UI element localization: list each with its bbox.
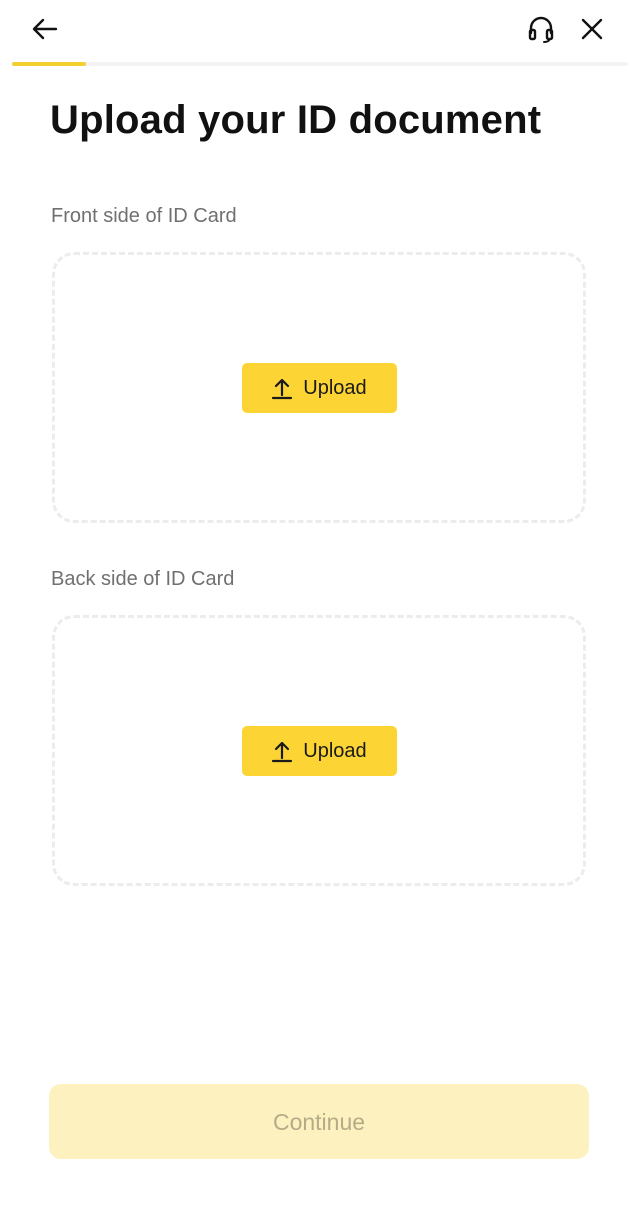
front-side-label: Front side of ID Card <box>51 205 237 227</box>
headset-icon <box>527 15 555 43</box>
back-upload-label: Upload <box>303 739 367 762</box>
continue-button[interactable]: Continue <box>49 1084 589 1159</box>
progress-bar <box>12 62 628 66</box>
back-side-label: Back side of ID Card <box>51 568 235 590</box>
top-bar <box>0 0 640 62</box>
back-side-dropzone[interactable]: Upload <box>52 615 586 886</box>
upload-id-page: Upload your ID document Front side of ID… <box>0 0 640 1212</box>
support-button[interactable] <box>519 7 563 51</box>
page-title: Upload your ID document <box>50 98 542 142</box>
front-side-dropzone[interactable]: Upload <box>52 252 586 523</box>
back-button[interactable] <box>23 7 67 51</box>
front-upload-button[interactable]: Upload <box>241 362 397 413</box>
back-upload-button[interactable]: Upload <box>241 725 397 776</box>
arrow-left-icon <box>31 15 59 43</box>
close-icon <box>579 16 605 42</box>
upload-icon <box>271 376 293 400</box>
upload-icon <box>271 739 293 763</box>
progress-bar-fill <box>12 62 86 66</box>
close-button[interactable] <box>570 7 614 51</box>
front-upload-label: Upload <box>303 376 367 399</box>
continue-label: Continue <box>272 1108 366 1135</box>
